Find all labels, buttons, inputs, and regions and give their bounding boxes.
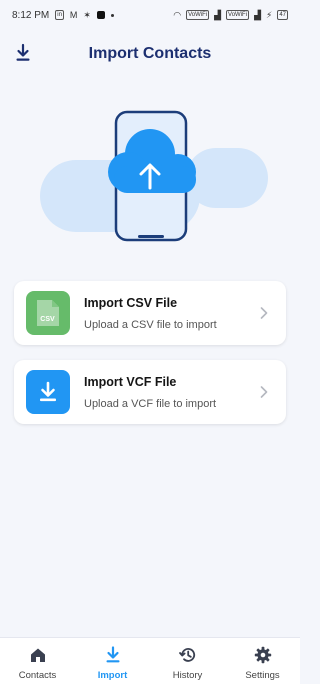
import-vcf-subtitle: Upload a VCF file to import xyxy=(84,397,217,410)
import-csv-subtitle: Upload a CSV file to import xyxy=(84,318,217,331)
nav-item-history[interactable]: History xyxy=(150,638,225,684)
status-left: 8:12 PM in M ✶ xyxy=(12,10,114,21)
page-title: Import Contacts xyxy=(88,45,212,62)
import-csv-title: Import CSV File xyxy=(84,295,178,310)
nav-item-settings[interactable]: Settings xyxy=(225,638,300,684)
status-bar: 8:12 PM in M ✶ ◠ VoWiFi ▟ VoWiFi ▟ ⚡ 47 xyxy=(0,0,300,30)
charging-icon: ⚡ xyxy=(265,10,273,20)
nav-label-history: History xyxy=(172,670,203,681)
gear-icon xyxy=(254,646,271,664)
import-csv-card[interactable]: CSV Import CSV File Upload a CSV file to… xyxy=(14,281,286,345)
chevron-right-icon xyxy=(260,307,268,319)
bottom-nav: Contacts Import History Settings xyxy=(0,637,300,684)
status-right: ◠ VoWiFi ▟ VoWiFi ▟ ⚡ 47 xyxy=(173,10,288,20)
battery-icon: 47 xyxy=(277,10,288,20)
app-notification-icon xyxy=(96,11,105,19)
gmail-notification-icon: M xyxy=(69,10,78,20)
wifi-icon: ◠ xyxy=(173,10,182,20)
status-time: 8:12 PM xyxy=(12,9,50,21)
vowifi-icon-2: VoWiFi xyxy=(226,10,250,20)
more-notifications-icon xyxy=(110,13,114,17)
download-icon[interactable] xyxy=(14,43,32,63)
history-icon xyxy=(178,648,195,662)
cloud-upload-phone-icon xyxy=(40,110,268,242)
nav-label-settings: Settings xyxy=(245,670,280,681)
vcf-download-icon xyxy=(26,370,70,414)
vowifi-icon: VoWiFi xyxy=(186,10,210,20)
card-text: Import VCF File Upload a VCF file to imp… xyxy=(84,375,216,410)
import-vcf-card[interactable]: Import VCF File Upload a VCF file to imp… xyxy=(14,360,286,424)
csv-icon-label: CSV xyxy=(40,316,55,323)
nav-label-import: Import xyxy=(97,670,128,681)
download-icon xyxy=(106,646,119,663)
pinwheel-notification-icon: ✶ xyxy=(83,10,91,20)
csv-file-icon: CSV xyxy=(26,291,70,335)
nav-item-contacts[interactable]: Contacts xyxy=(0,638,75,684)
app-header: Import Contacts xyxy=(0,38,300,70)
home-icon xyxy=(30,648,45,662)
nav-label-contacts: Contacts xyxy=(18,670,57,681)
signal-icon: ▟ xyxy=(214,10,222,20)
chevron-right-icon xyxy=(260,386,268,398)
card-text: Import CSV File Upload a CSV file to imp… xyxy=(84,296,217,331)
linkedin-notification-icon: in xyxy=(55,10,64,20)
nav-item-import[interactable]: Import xyxy=(75,638,150,684)
signal-icon-2: ▟ xyxy=(254,10,261,20)
import-vcf-title: Import VCF File xyxy=(84,374,177,389)
